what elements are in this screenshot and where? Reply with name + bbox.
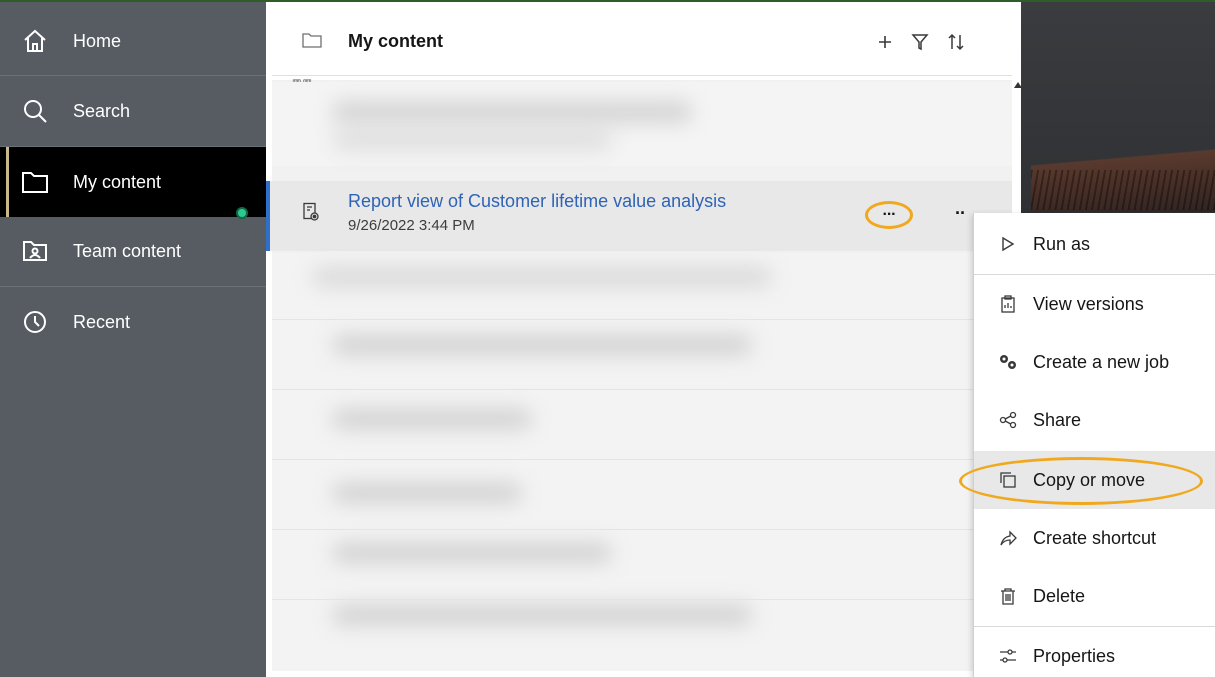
- sidebar-nav: Home Search My content Team content Rece…: [0, 0, 266, 677]
- blurred-text: [332, 335, 752, 355]
- shortcut-icon: [998, 528, 1018, 548]
- content-header: My content: [266, 0, 1021, 76]
- sidebar-item-label: Search: [73, 100, 131, 121]
- sidebar-item-team-content[interactable]: Team content: [0, 216, 266, 286]
- team-folder-icon: [21, 237, 49, 265]
- sidebar-item-label: Home: [73, 30, 122, 51]
- scroll-up-arrow-icon[interactable]: [1014, 82, 1022, 88]
- play-icon: [998, 234, 1018, 254]
- menu-item-run-as[interactable]: Run as: [974, 215, 1215, 273]
- list-item-selected[interactable]: Report view of Customer lifetime value a…: [266, 181, 1012, 251]
- sidebar-item-label: Team content: [73, 240, 182, 261]
- filter-button[interactable]: [906, 28, 934, 56]
- context-menu: Run as View versions Create a new job Sh…: [959, 213, 1215, 677]
- menu-item-label: Create a new job: [1033, 351, 1170, 372]
- blurred-text: [332, 605, 752, 625]
- top-accent-bar: [0, 0, 1215, 2]
- copy-icon: [998, 470, 1018, 490]
- sidebar-item-recent[interactable]: Recent: [0, 287, 266, 357]
- clock-icon: [21, 308, 49, 336]
- folder-icon: [21, 168, 49, 196]
- menu-item-label: View versions: [1033, 293, 1144, 314]
- sliders-icon: [998, 646, 1018, 666]
- sidebar-item-my-content[interactable]: My content: [0, 147, 266, 217]
- gears-icon: [998, 352, 1018, 372]
- content-panel: My content ▥▥ Report view of Customer li…: [266, 0, 1022, 677]
- home-icon: [21, 27, 49, 55]
- versions-icon: [998, 294, 1018, 314]
- blurred-text: [332, 102, 692, 122]
- list-item[interactable]: [272, 253, 1012, 671]
- blurred-text: [332, 409, 532, 429]
- menu-item-share[interactable]: Share: [974, 391, 1215, 449]
- row-divider: [272, 459, 1012, 460]
- menu-item-label: Create shortcut: [1033, 527, 1157, 548]
- background-roof-texture: [1031, 170, 1215, 210]
- menu-item-label: Run as: [1033, 233, 1091, 254]
- item-title-link[interactable]: Report view of Customer lifetime value a…: [348, 191, 726, 212]
- item-date: 9/26/2022 3:44 PM: [348, 217, 475, 234]
- menu-item-create-job[interactable]: Create a new job: [974, 333, 1215, 391]
- list-item[interactable]: [272, 82, 1012, 166]
- menu-item-delete[interactable]: Delete: [974, 567, 1215, 625]
- sidebar-item-label: Recent: [73, 311, 131, 332]
- menu-item-properties[interactable]: Properties: [974, 627, 1215, 677]
- page-title: My content: [348, 31, 444, 51]
- report-view-icon: [302, 202, 320, 227]
- menu-item-label: Properties: [1033, 645, 1116, 666]
- sidebar-item-home[interactable]: Home: [0, 6, 266, 76]
- sidebar-item-search[interactable]: Search: [0, 76, 266, 146]
- row-divider: [272, 599, 1012, 600]
- menu-item-label: Copy or move: [1033, 469, 1146, 490]
- blurred-text: [332, 483, 522, 503]
- trash-icon: [998, 586, 1018, 606]
- menu-item-label: Delete: [1033, 585, 1086, 606]
- blurred-text: [312, 267, 772, 287]
- row-divider: [272, 319, 1012, 320]
- share-icon: [998, 410, 1018, 430]
- sort-button[interactable]: [942, 28, 970, 56]
- search-icon: [21, 97, 49, 125]
- sidebar-item-label: My content: [73, 171, 162, 192]
- more-actions-button-secondary[interactable]: ··: [955, 203, 966, 224]
- menu-item-view-versions[interactable]: View versions: [974, 275, 1215, 333]
- folder-icon: [302, 32, 322, 53]
- menu-item-copy-or-move[interactable]: Copy or move: [959, 451, 1215, 509]
- menu-item-create-shortcut[interactable]: Create shortcut: [974, 509, 1215, 567]
- add-button[interactable]: [871, 28, 899, 56]
- blurred-text: [332, 130, 612, 150]
- header-divider: [272, 75, 1012, 76]
- more-actions-button[interactable]: ···: [865, 201, 913, 229]
- menu-item-label: Share: [1033, 409, 1082, 430]
- row-divider: [272, 529, 1012, 530]
- row-divider: [272, 389, 1012, 390]
- blurred-text: [332, 543, 612, 563]
